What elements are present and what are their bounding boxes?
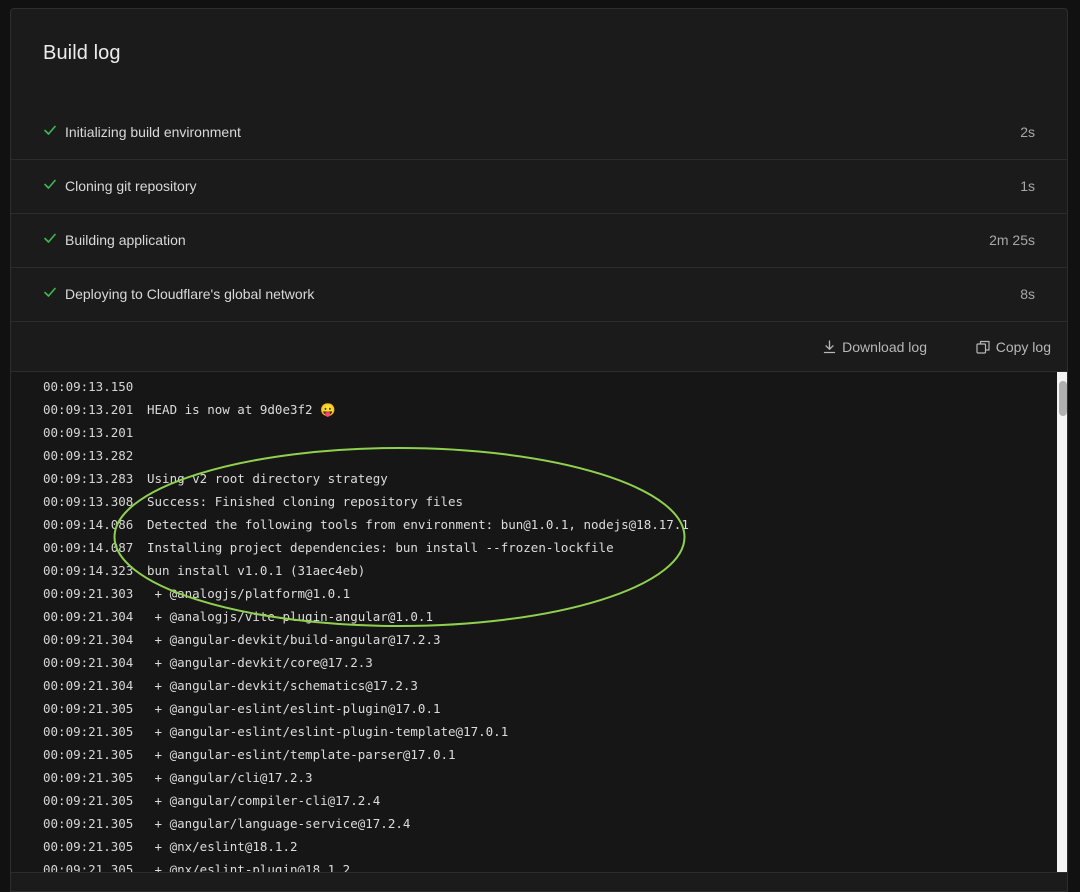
log-message: + @analogjs/platform@1.0.1	[147, 586, 351, 601]
log-message: + @angular/language-service@17.2.4	[147, 816, 411, 831]
build-steps: Initializing build environment 2s Clonin…	[11, 106, 1067, 322]
log-timestamp: 00:09:21.304	[43, 655, 134, 670]
log-scrollbar[interactable]	[1057, 372, 1067, 872]
log-timestamp: 00:09:14.086	[43, 517, 134, 532]
log-message: + @angular-devkit/schematics@17.2.3	[147, 678, 418, 693]
log-message: + @angular-eslint/eslint-plugin-template…	[147, 724, 509, 739]
build-step-duration: 1s	[1020, 178, 1035, 194]
log-timestamp: 00:09:21.305	[43, 816, 134, 831]
log-line: 00:09:21.304 + @angular-devkit/core@17.2…	[11, 651, 1057, 674]
log-message: + @angular-eslint/eslint-plugin@17.0.1	[147, 701, 441, 716]
log-line: 00:09:21.305 + @nx/eslint@18.1.2	[11, 835, 1057, 858]
build-step-label: Cloning git repository	[65, 178, 197, 194]
log-message: + @angular-eslint/template-parser@17.0.1	[147, 747, 456, 762]
log-timestamp: 00:09:14.323	[43, 563, 134, 578]
build-step-duration: 2s	[1020, 124, 1035, 140]
log-line: 00:09:21.304 + @angular-devkit/build-ang…	[11, 628, 1057, 651]
log-timestamp: 00:09:21.305	[43, 839, 134, 854]
log-line: 00:09:13.308 Success: Finished cloning re…	[11, 490, 1057, 513]
log-line: 00:09:21.305 + @nx/eslint-plugin@18.1.2	[11, 858, 1057, 872]
check-icon	[44, 179, 56, 189]
log-timestamp: 00:09:21.304	[43, 609, 134, 624]
download-icon	[824, 340, 836, 354]
log-lines: 00:09:13.150 00:09:13.201 HEAD is now at 9…	[11, 375, 1057, 872]
log-line: 00:09:13.283 Using v2 root directory stra…	[11, 467, 1057, 490]
log-timestamp: 00:09:21.304	[43, 632, 134, 647]
log-message: + @angular-devkit/build-angular@17.2.3	[147, 632, 441, 647]
log-message: HEAD is now at 9d0e3f2 😛	[147, 402, 336, 417]
log-timestamp: 00:09:21.305	[43, 701, 134, 716]
log-line: 00:09:21.305 + @angular/language-service…	[11, 812, 1057, 835]
build-step-label: Building application	[65, 232, 186, 248]
log-line: 00:09:21.305 + @angular-eslint/eslint-pl…	[11, 697, 1057, 720]
copy-icon	[976, 340, 990, 354]
log-line: 00:09:14.086 Detected the following tools…	[11, 513, 1057, 536]
log-message: Success: Finished cloning repository fil…	[147, 494, 464, 509]
log-line: 00:09:13.282	[11, 444, 1057, 467]
copy-log-label: Copy log	[995, 339, 1051, 355]
log-timestamp: 00:09:21.303	[43, 586, 134, 601]
log-message: + @angular/cli@17.2.3	[147, 770, 313, 785]
download-log-label: Download log	[842, 339, 927, 355]
log-line: 00:09:21.304 + @angular-devkit/schematic…	[11, 674, 1057, 697]
build-log-panel: Build log Initializing build environment…	[10, 8, 1068, 892]
log-timestamp: 00:09:13.308	[43, 494, 134, 509]
log-line: 00:09:21.305 + @angular-eslint/eslint-pl…	[11, 720, 1057, 743]
build-step-label: Deploying to Cloudflare's global network	[65, 286, 315, 302]
log-line: 00:09:21.305 + @angular/compiler-cli@17.…	[11, 789, 1057, 812]
log-line: 00:09:13.201	[11, 421, 1057, 444]
log-timestamp: 00:09:13.201	[43, 402, 134, 417]
build-step-initializing[interactable]: Initializing build environment 2s	[11, 106, 1067, 160]
log-timestamp: 00:09:21.305	[43, 793, 134, 808]
log-message: + @angular/compiler-cli@17.2.4	[147, 793, 381, 808]
build-step-label: Initializing build environment	[65, 124, 241, 140]
log-message: Detected the following tools from enviro…	[147, 517, 689, 532]
log-line: 00:09:21.303 + @analogjs/platform@1.0.1	[11, 582, 1057, 605]
log-timestamp: 00:09:13.201	[43, 425, 134, 440]
log-message: + @angular-devkit/core@17.2.3	[147, 655, 373, 670]
log-line: 00:09:13.150	[11, 375, 1057, 398]
download-log-button[interactable]: Download log	[823, 337, 927, 357]
scroll-thumb[interactable]	[1059, 381, 1067, 416]
build-step-duration: 8s	[1020, 286, 1035, 302]
build-step-duration: 2m 25s	[989, 232, 1035, 248]
log-timestamp: 00:09:21.304	[43, 678, 134, 693]
log-line: 00:09:21.305 + @angular/cli@17.2.3	[11, 766, 1057, 789]
copy-log-button[interactable]: Copy log	[976, 337, 1051, 357]
build-step-building[interactable]: Building application 2m 25s	[11, 214, 1067, 268]
log-timestamp: 00:09:13.150	[43, 379, 134, 394]
log-timestamp: 00:09:21.305	[43, 747, 134, 762]
build-step-deploying[interactable]: Deploying to Cloudflare's global network…	[11, 268, 1067, 322]
panel-footer	[11, 872, 1067, 891]
log-timestamp: 00:09:13.282	[43, 448, 134, 463]
log-message: Using v2 root directory strategy	[147, 471, 388, 486]
log-message: Installing project dependencies: bun ins…	[147, 540, 614, 555]
log-timestamp: 00:09:21.305	[43, 862, 134, 872]
check-icon	[44, 287, 56, 297]
check-icon	[44, 125, 56, 135]
log-output[interactable]: 00:09:13.150 00:09:13.201 HEAD is now at 9…	[11, 372, 1057, 872]
page-title: Build log	[43, 42, 121, 64]
log-line: 00:09:21.304 + @analogjs/vite-plugin-ang…	[11, 605, 1057, 628]
log-timestamp: 00:09:21.305	[43, 770, 134, 785]
log-message: + @nx/eslint@18.1.2	[147, 839, 298, 854]
log-line: 00:09:13.201 HEAD is now at 9d0e3f2 😛	[11, 398, 1057, 421]
log-toolbar: Download log Copy log	[11, 322, 1067, 372]
log-message: + @analogjs/vite-plugin-angular@1.0.1	[147, 609, 433, 624]
log-timestamp: 00:09:14.087	[43, 540, 134, 555]
log-message: bun install v1.0.1 (31aec4eb)	[147, 563, 366, 578]
log-timestamp: 00:09:21.305	[43, 724, 134, 739]
check-icon	[44, 233, 56, 243]
log-timestamp: 00:09:13.283	[43, 471, 134, 486]
log-line: 00:09:14.323 bun install v1.0.1 (31aec4eb…	[11, 559, 1057, 582]
log-line: 00:09:14.087 Installing project dependenc…	[11, 536, 1057, 559]
log-line: 00:09:21.305 + @angular-eslint/template-…	[11, 743, 1057, 766]
log-message: + @nx/eslint-plugin@18.1.2	[147, 862, 351, 872]
build-step-cloning[interactable]: Cloning git repository 1s	[11, 160, 1067, 214]
